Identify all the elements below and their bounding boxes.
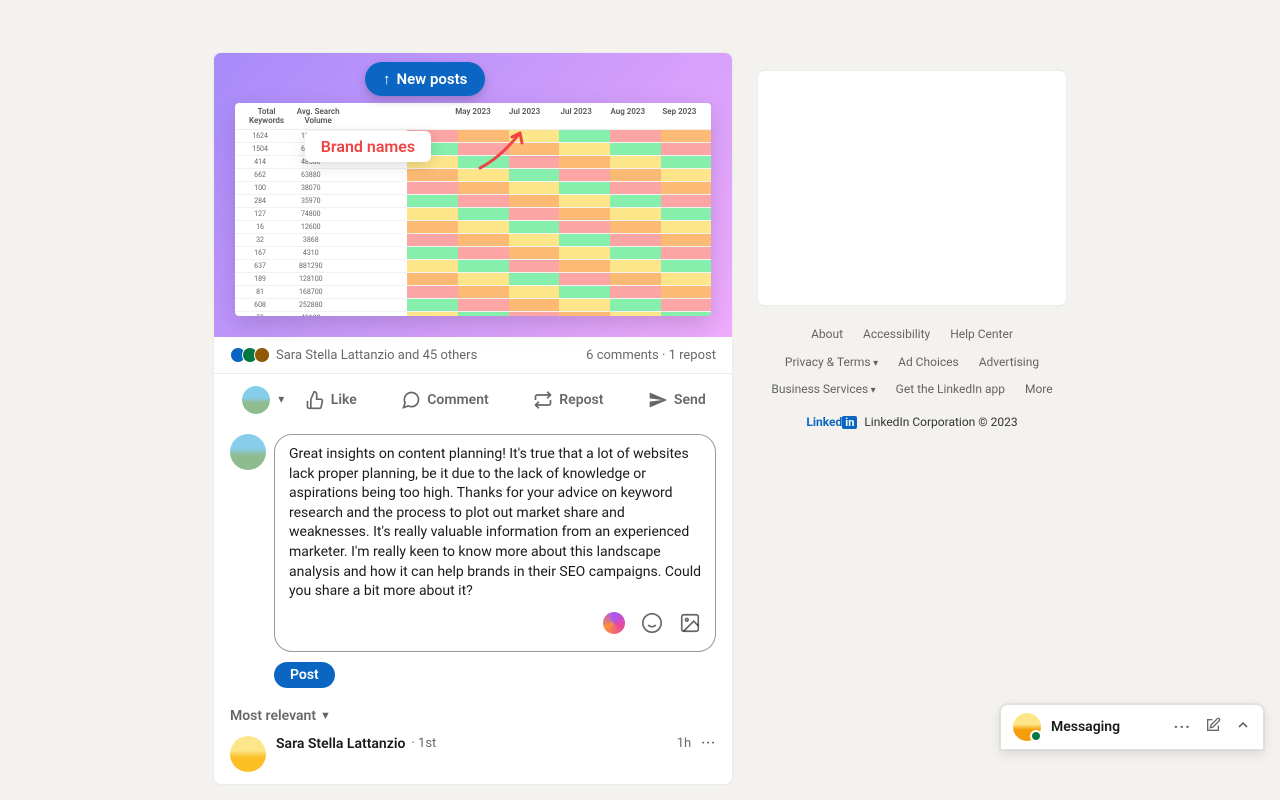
sheet-header-cell: Jul 2023 xyxy=(499,107,551,125)
sheet-row: 1674310 xyxy=(235,247,712,260)
sheet-row: 189128100 xyxy=(235,273,712,286)
sheet-header-cell: Jul 2023 xyxy=(550,107,602,125)
sheet-row: 637881290 xyxy=(235,260,712,273)
comment-composer[interactable]: Great insights on content planning! It's… xyxy=(274,434,716,652)
footer-link[interactable]: More xyxy=(1025,379,1053,401)
comment-button[interactable]: Comment xyxy=(391,380,498,420)
overflow-icon[interactable]: ··· xyxy=(1174,717,1191,737)
messaging-title: Messaging xyxy=(1051,719,1164,735)
emoji-icon[interactable] xyxy=(641,612,663,641)
messaging-bar[interactable]: Messaging ··· xyxy=(1000,704,1264,750)
sheet-row: 1612600 xyxy=(235,221,712,234)
like-button[interactable]: Like xyxy=(295,380,367,420)
chevron-down-icon: ▼ xyxy=(320,709,331,722)
sheet-header-cell: Avg. Search Volume xyxy=(292,107,344,125)
submit-comment-button[interactable]: Post xyxy=(274,662,335,688)
commenter-name[interactable]: Sara Stella Lattanzio xyxy=(276,736,405,752)
sheet-header-cell xyxy=(396,107,448,125)
chevron-up-icon[interactable] xyxy=(1235,717,1251,737)
sheet-header-cell xyxy=(344,107,396,125)
footer-link[interactable]: About xyxy=(811,324,843,346)
sheet-row: 323868 xyxy=(235,234,712,247)
footer-link[interactable]: Accessibility xyxy=(863,324,930,346)
comment-repost-count[interactable]: 6 comments · 1 repost xyxy=(586,348,716,363)
compose-icon[interactable] xyxy=(1205,717,1221,737)
like-icon xyxy=(305,390,325,410)
repost-button[interactable]: Repost xyxy=(523,380,613,420)
reactions-summary[interactable]: Sara Stella Lattanzio and 45 others xyxy=(230,347,477,363)
sheet-row: 81168700 xyxy=(235,286,712,299)
reaction-as-selector[interactable] xyxy=(230,386,270,414)
comment-item: Sara Stella Lattanzio · 1st 1h ··· xyxy=(214,732,732,784)
post-image[interactable]: Total KeywordsAvg. Search Volume May 2023… xyxy=(214,53,732,337)
reactors-text: Sara Stella Lattanzio and 45 others xyxy=(276,348,477,363)
post-actions: Like Comment Repost xyxy=(214,373,732,426)
new-posts-pill[interactable]: ↑ New posts xyxy=(365,62,485,96)
sheet-row: 10038070 xyxy=(235,182,712,195)
messaging-avatar xyxy=(1013,713,1041,741)
sheet-row: 66263880 xyxy=(235,169,712,182)
sheet-header-cell: Total Keywords xyxy=(241,107,293,125)
sheet-header-cell: Aug 2023 xyxy=(602,107,654,125)
sheet-row: 28435970 xyxy=(235,195,712,208)
footer-link[interactable]: Help Center xyxy=(950,324,1013,346)
callout-label: Brand names xyxy=(305,131,431,162)
send-icon xyxy=(648,390,668,410)
footer-link[interactable]: Business Services xyxy=(771,379,875,401)
sheet-row: 12774800 xyxy=(235,208,712,221)
post-card: Total KeywordsAvg. Search Volume May 2023… xyxy=(213,52,733,785)
avatar-icon xyxy=(242,386,270,414)
comment-icon xyxy=(401,390,421,410)
footer-link[interactable]: Ad Choices xyxy=(898,352,959,374)
copyright: LinkedIn Corporation © 2023 xyxy=(864,415,1017,429)
composer-text[interactable]: Great insights on content planning! It's… xyxy=(289,445,701,602)
commenter-avatar[interactable] xyxy=(230,736,266,772)
sheet-header-cell: Sep 2023 xyxy=(654,107,706,125)
new-posts-label: New posts xyxy=(397,70,468,88)
composer-toolbar xyxy=(289,612,701,641)
sheet-row: 5949100 xyxy=(235,312,712,316)
send-button[interactable]: Send xyxy=(638,380,716,420)
footer-link[interactable]: Advertising xyxy=(979,352,1039,374)
image-icon[interactable] xyxy=(679,612,701,641)
footer-link[interactable]: Privacy & Terms xyxy=(785,352,878,374)
social-counts-row: Sara Stella Lattanzio and 45 others 6 co… xyxy=(214,337,732,373)
spreadsheet-preview: Total KeywordsAvg. Search Volume May 2023… xyxy=(235,103,712,316)
arrow-up-icon: ↑ xyxy=(383,70,391,88)
reaction-icons xyxy=(230,347,270,363)
repost-icon xyxy=(533,390,553,410)
sheet-header-cell: May 2023 xyxy=(447,107,499,125)
connection-degree: · 1st xyxy=(411,736,436,751)
comment-time: 1h xyxy=(677,736,691,751)
sheet-row: 608252880 xyxy=(235,299,712,312)
current-user-avatar xyxy=(230,434,266,470)
ai-rewrite-icon[interactable] xyxy=(603,612,625,634)
comment-sort-dropdown[interactable]: Most relevant ▼ xyxy=(214,704,732,732)
ad-placeholder[interactable] xyxy=(757,70,1067,306)
footer-link[interactable]: Get the LinkedIn app xyxy=(896,379,1005,401)
footer-brand: Linkedin LinkedIn Corporation © 2023 xyxy=(757,415,1067,429)
footer-links: About Accessibility Help Center Privacy & T… xyxy=(757,324,1067,401)
comment-overflow-icon[interactable]: ··· xyxy=(701,736,716,751)
